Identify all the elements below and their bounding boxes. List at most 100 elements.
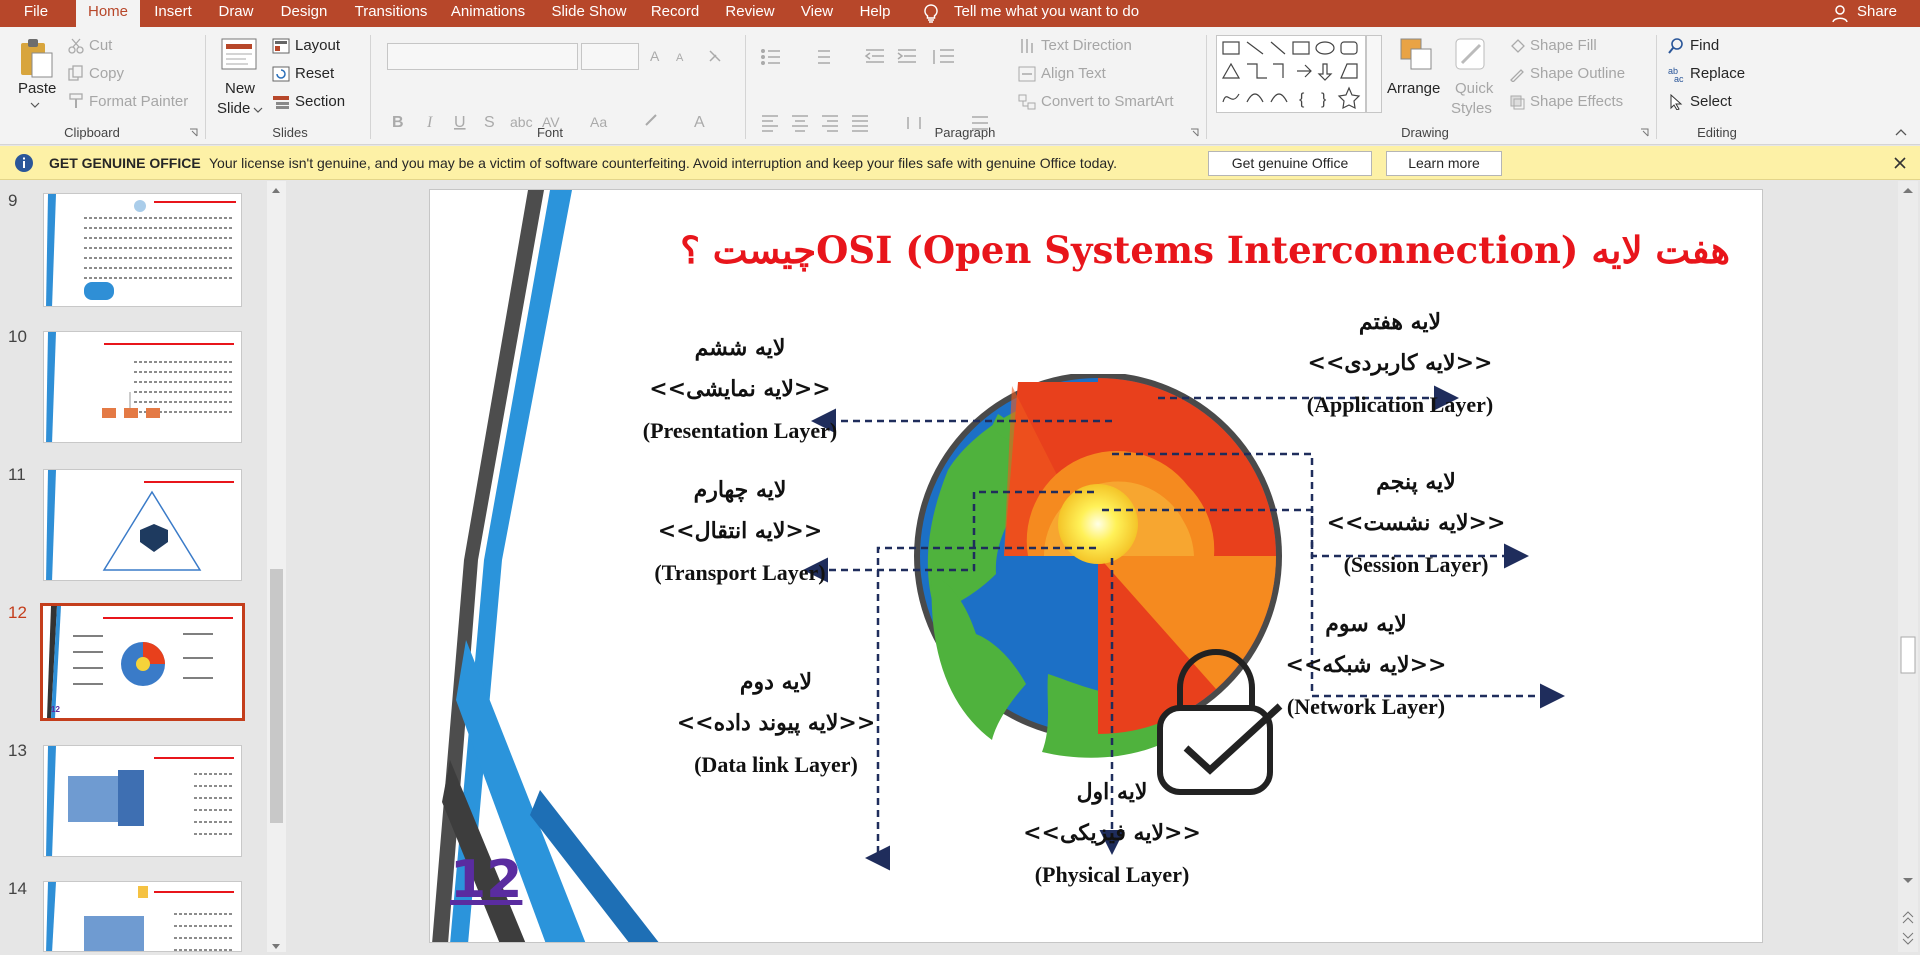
info-icon bbox=[15, 154, 33, 172]
tab-view[interactable]: View bbox=[797, 0, 837, 27]
new-slide-label[interactable]: New bbox=[225, 80, 255, 97]
slide-number: 12 bbox=[450, 850, 523, 910]
layer-4-label[interactable]: لایه چهارم <<لایه انتقال>> (Transport La… bbox=[590, 470, 890, 593]
layout-icon bbox=[272, 38, 290, 54]
editor-scrollbar[interactable] bbox=[1898, 181, 1918, 952]
layer-7-label[interactable]: لایه هفتم <<لایه کاربردی>> (Application … bbox=[1250, 302, 1550, 425]
shapes-gallery-icons: {} bbox=[1221, 41, 1361, 110]
quick-styles-icon bbox=[1455, 38, 1485, 70]
layer-1-name-fa: <<لایه فیزیکی>> bbox=[1023, 820, 1201, 846]
replace-icon: abac bbox=[1668, 66, 1684, 82]
group-divider bbox=[370, 35, 371, 139]
ribbon-home: Paste Cut Copy Format Painter Clipboard … bbox=[0, 27, 1920, 145]
thumb-number: 14 bbox=[8, 879, 27, 898]
font-name-input[interactable] bbox=[387, 43, 578, 70]
slide-thumbnail-13[interactable] bbox=[43, 745, 242, 857]
tab-file[interactable]: File bbox=[12, 0, 60, 27]
layer-7-number: لایه هفتم bbox=[1358, 309, 1442, 335]
slide-thumbnail-12[interactable]: 12 bbox=[40, 603, 245, 721]
group-divider bbox=[1656, 35, 1657, 139]
slide-thumbnail-11[interactable] bbox=[43, 469, 242, 581]
shape-fill-icon bbox=[1511, 39, 1525, 53]
thumb-preview bbox=[46, 882, 234, 951]
cut-button[interactable]: Cut bbox=[89, 37, 112, 54]
list-indent-buttons[interactable] bbox=[760, 47, 990, 67]
tab-record[interactable]: Record bbox=[649, 0, 701, 27]
svg-text:A: A bbox=[676, 52, 684, 64]
paragraph-group-label: Paragraph bbox=[934, 125, 996, 140]
layer-3-name-en: (Network Layer) bbox=[1286, 694, 1446, 719]
svg-text:S: S bbox=[484, 114, 495, 131]
dialog-launcher-icon[interactable] bbox=[1640, 128, 1649, 137]
format-painter-button[interactable]: Format Painter bbox=[89, 93, 188, 110]
scissors-icon bbox=[68, 38, 84, 54]
collapse-ribbon-icon[interactable] bbox=[1895, 127, 1907, 136]
font-size-input[interactable] bbox=[581, 43, 639, 70]
tab-slide-show[interactable]: Slide Show bbox=[547, 0, 631, 27]
thumbnail-scrollbar[interactable] bbox=[267, 181, 286, 952]
slide-canvas[interactable]: هفت لایه OSI (Open Systems Interconnecti… bbox=[429, 189, 1763, 943]
close-icon[interactable] bbox=[1894, 157, 1906, 169]
new-slide-button[interactable]: Slide bbox=[217, 100, 250, 117]
tab-home[interactable]: Home bbox=[76, 0, 140, 27]
svg-text:ac: ac bbox=[1674, 74, 1684, 82]
layer-7-name-fa: <<لایه کاربردی>> bbox=[1307, 350, 1493, 376]
svg-text:A: A bbox=[694, 114, 705, 131]
copy-button[interactable]: Copy bbox=[89, 65, 124, 82]
shape-effects-icon bbox=[1510, 95, 1525, 110]
slide-thumbnail-10[interactable] bbox=[43, 331, 242, 443]
reset-button[interactable]: Reset bbox=[295, 65, 334, 82]
tab-draw[interactable]: Draw bbox=[212, 0, 260, 27]
tab-help[interactable]: Help bbox=[856, 0, 894, 27]
layer-7-name-en: (Application Layer) bbox=[1306, 392, 1494, 417]
layer-5-label[interactable]: لایه پنجم <<لایه نشست>> (Session Layer) bbox=[1266, 462, 1566, 585]
svg-text:12: 12 bbox=[51, 705, 60, 714]
layout-button[interactable]: Layout bbox=[295, 37, 340, 54]
select-button[interactable]: Select bbox=[1690, 93, 1732, 110]
tab-insert[interactable]: Insert bbox=[148, 0, 198, 27]
dialog-launcher-icon[interactable] bbox=[1190, 128, 1199, 137]
layer-1-label[interactable]: لایه اول <<لایه فیزیکی>> (Physical Layer… bbox=[962, 772, 1262, 895]
font-size-buttons[interactable]: AA bbox=[648, 47, 728, 65]
find-button[interactable]: Find bbox=[1690, 37, 1719, 54]
tab-animations[interactable]: Animations bbox=[446, 0, 530, 27]
get-genuine-office-button[interactable]: Get genuine Office bbox=[1208, 151, 1372, 176]
share-button[interactable]: Share bbox=[1852, 0, 1902, 27]
tab-transitions[interactable]: Transitions bbox=[348, 0, 434, 27]
slide-thumbnail-9[interactable] bbox=[43, 193, 242, 307]
paste-button[interactable]: Paste bbox=[18, 80, 56, 97]
layer-2-label[interactable]: لایه دوم <<لایه پیوند داده>> (Data link … bbox=[626, 662, 926, 785]
shapes-gallery[interactable]: {} bbox=[1216, 35, 1366, 113]
text-direction-button[interactable]: Text Direction bbox=[1041, 37, 1132, 54]
learn-more-button[interactable]: Learn more bbox=[1386, 151, 1502, 176]
arrange-button[interactable]: Arrange bbox=[1387, 80, 1440, 97]
shape-effects-button[interactable]: Shape Effects bbox=[1530, 93, 1623, 110]
thumb-preview bbox=[46, 746, 234, 856]
tab-design[interactable]: Design bbox=[275, 0, 333, 27]
replace-button[interactable]: Replace bbox=[1690, 65, 1745, 82]
shape-outline-button[interactable]: Shape Outline bbox=[1530, 65, 1625, 82]
slides-group-label: Slides bbox=[272, 125, 308, 140]
section-button[interactable]: Section bbox=[295, 93, 345, 110]
dialog-launcher-icon[interactable] bbox=[189, 128, 198, 137]
align-text-button[interactable]: Align Text bbox=[1041, 65, 1106, 82]
slide-thumbnail-14[interactable] bbox=[43, 881, 242, 952]
quick-styles-button[interactable]: Styles bbox=[1451, 100, 1492, 117]
genuine-office-infobar: GET GENUINE OFFICE Your license isn't ge… bbox=[0, 146, 1920, 180]
svg-text:Aa: Aa bbox=[590, 114, 607, 130]
thumb-number: 10 bbox=[8, 327, 27, 346]
convert-smartart-button[interactable]: Convert to SmartArt bbox=[1041, 93, 1174, 110]
svg-text:abc: abc bbox=[510, 114, 533, 130]
layer-6-number: لایه ششم bbox=[694, 335, 786, 361]
layer-5-number: لایه پنجم bbox=[1376, 469, 1456, 495]
layer-1-number: لایه اول bbox=[1076, 779, 1148, 805]
shape-fill-button[interactable]: Shape Fill bbox=[1530, 37, 1597, 54]
font-group-label: Font bbox=[536, 125, 563, 140]
svg-text:A: A bbox=[650, 48, 660, 64]
layer-6-label[interactable]: لایه ششم <<لایه نمایشی>> (Presentation L… bbox=[590, 328, 890, 451]
tell-me-search[interactable]: Tell me what you want to do bbox=[954, 0, 1154, 27]
tab-review[interactable]: Review bbox=[723, 0, 777, 27]
quick-styles-label[interactable]: Quick bbox=[1455, 80, 1493, 97]
shapes-gallery-scroll[interactable] bbox=[1366, 35, 1382, 113]
layer-3-label[interactable]: لایه سوم <<لایه شبکه>> (Network Layer) bbox=[1216, 604, 1516, 727]
